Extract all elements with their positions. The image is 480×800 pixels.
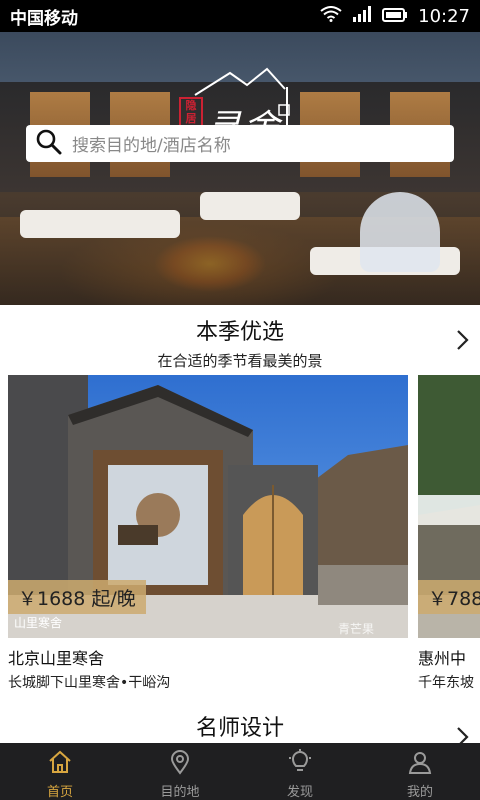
tab-label: 首页 [46, 785, 73, 800]
tab-label: 目的地 [160, 785, 200, 800]
home-icon [47, 749, 73, 779]
hotel-description: 长城脚下山里寒舍•干峪沟 [8, 675, 171, 691]
wifi-icon [320, 5, 342, 27]
location-pin-icon [167, 749, 193, 779]
search-bar[interactable]: 搜索目的地/酒店名称 [26, 125, 454, 162]
clock: 10:27 [418, 5, 470, 27]
hotel-card[interactable]: ￥788 惠州中 千年东坡 [418, 375, 480, 695]
hotel-name: 惠州中 [418, 649, 467, 668]
tab-home[interactable]: 首页 [0, 743, 120, 800]
hero-banner[interactable]: 隐居 寻舍 搜索目的地/酒店名称 [0, 32, 480, 305]
carrier-label: 中国移动 [10, 8, 78, 29]
brand-mark: 山里寒舍 [14, 615, 62, 630]
hero-people [360, 192, 440, 272]
tab-label: 我的 [406, 785, 433, 800]
chevron-right-icon[interactable] [456, 329, 470, 351]
signal-icon [352, 5, 372, 27]
hero-sofa [200, 192, 300, 220]
tab-destination[interactable]: 目的地 [120, 743, 240, 800]
lightbulb-icon [287, 749, 313, 779]
tab-discover[interactable]: 发现 [240, 743, 360, 800]
section-title-design: 名师设计 [195, 716, 284, 741]
bottom-tab-bar: 首页 目的地 发现 我的 [0, 743, 480, 800]
search-input[interactable]: 搜索目的地/酒店名称 [72, 131, 231, 156]
watermark-text: 青芒果 [338, 621, 374, 636]
hotel-description: 千年东坡 [418, 675, 474, 691]
section-subtitle-seasonal: 在合适的季节看最美的景 [157, 352, 323, 370]
hotel-name: 北京山里寒舍 [8, 649, 105, 668]
user-icon [407, 749, 433, 779]
price-tag: ￥1688 起/晚 [8, 580, 146, 614]
battery-icon [382, 6, 408, 27]
section-title-seasonal: 本季优选 [195, 320, 284, 345]
search-icon [36, 129, 62, 159]
tab-mine[interactable]: 我的 [360, 743, 480, 800]
hotel-card[interactable]: 青芒果 山里寒舍 ￥1688 起/晚 北京山里寒舍 长城脚下山里寒舍•干峪沟 [8, 375, 408, 695]
price-tag: ￥788 [418, 580, 480, 614]
status-bar: 中国移动 10:27 [0, 0, 480, 32]
tab-label: 发现 [286, 785, 313, 800]
hero-sofa [20, 210, 180, 238]
